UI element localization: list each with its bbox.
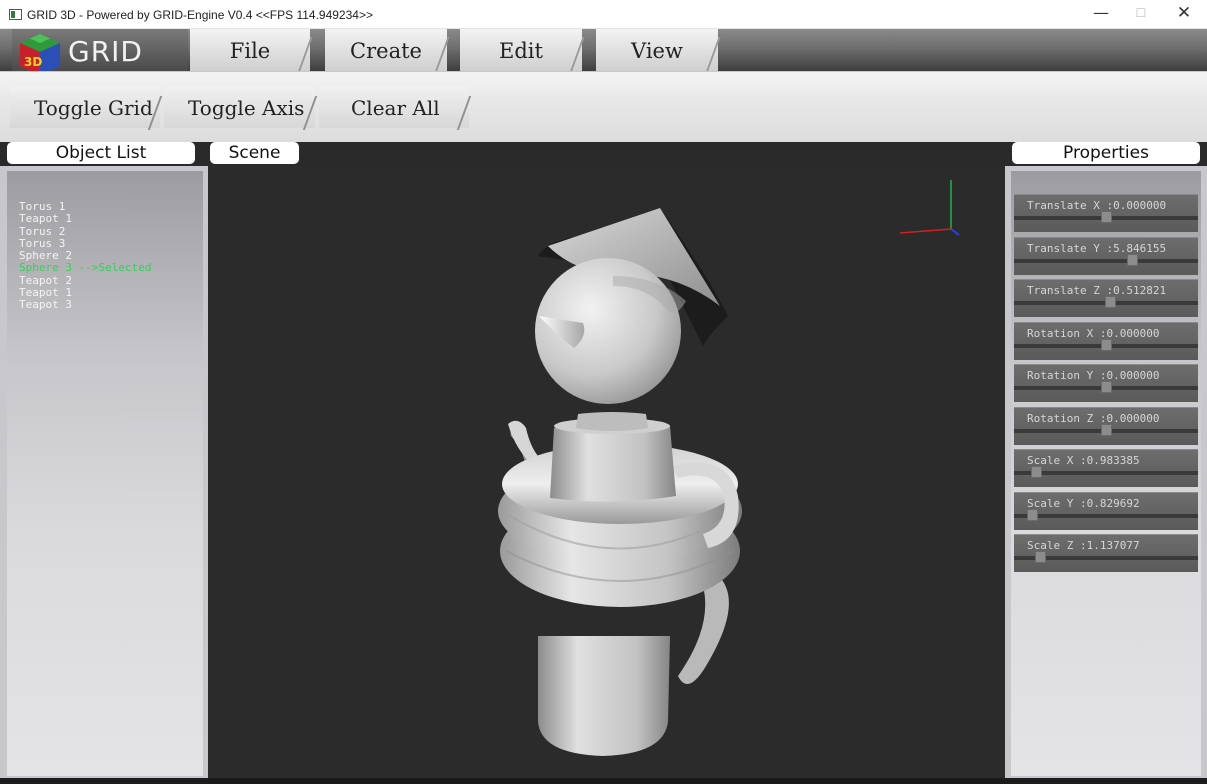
menu-bar: 3D GRID File Create Edit View [0,29,1207,76]
properties-header: Properties [1012,142,1200,164]
menu-create[interactable]: Create [325,29,450,73]
property-slider-thumb[interactable] [1101,211,1112,223]
property-slider-label: Translate Z :0.512821 [1027,284,1167,297]
object-list-item[interactable]: Teapot 3 [19,299,151,312]
property-slider: Scale X :0.983385 [1014,449,1198,487]
property-slider-label: Rotation Y :0.000000 [1027,369,1160,382]
object-list-item-selected[interactable]: Sphere 3 -->Selected [19,262,151,275]
property-slider: Scale Y :0.829692 [1014,491,1198,530]
menu-divider [434,37,450,73]
property-slider-thumb[interactable] [1027,508,1038,521]
menu-file-label: File [229,39,271,63]
properties-panel: Translate X :0.000000 Translate Y :5.8461… [1005,166,1207,778]
axis-z-line [950,228,960,236]
property-slider-track[interactable] [1014,258,1198,263]
app-window-icon [9,9,22,20]
sphere-object[interactable] [535,258,686,404]
object-list-header: Object List [7,142,195,164]
property-slider-thumb[interactable] [1101,338,1112,351]
app-logo: 3D GRID [12,29,188,76]
property-slider-label: Rotation Z :0.000000 [1027,411,1160,425]
property-slider-thumb[interactable] [1105,296,1116,308]
property-slider-label: Scale X :0.983385 [1027,454,1140,467]
property-slider: Translate Z :0.512821 [1014,279,1198,317]
object-list-panel: Torus 1 Teapot 1 Torus 2 Torus 3 Sphere 2 Sph… [0,166,208,778]
property-slider-label: Translate Y :5.846155 [1027,241,1167,255]
menu-view[interactable]: View [596,29,721,73]
property-slider-thumb[interactable] [1127,253,1138,266]
object-list: Torus 1 Teapot 1 Torus 2 Torus 3 Sphere 2 Sph… [19,200,151,312]
menu-view-label: View [631,39,683,63]
axis-gizmo [899,180,960,236]
property-slider-track[interactable] [1014,513,1198,518]
logo-cube-label: 3D [24,55,42,69]
maximize-button[interactable]: ☐ [1118,0,1164,29]
cylinder-object[interactable] [550,412,676,502]
properties-body: Translate X :0.000000 Translate Y :5.8461… [1011,171,1201,776]
axis-x-line [899,228,952,234]
menu-create-label: Create [350,39,422,63]
property-slider-label: Rotation X :0.000000 [1027,326,1160,340]
property-slider-thumb[interactable] [1101,381,1112,393]
toggle-axis-button[interactable]: Toggle Axis [164,86,318,130]
property-slider: Rotation X :0.000000 [1014,321,1198,360]
menu-edit[interactable]: Edit [460,29,585,73]
menu-divider [297,37,313,73]
menu-divider [705,37,721,73]
property-slider: Translate Y :5.846155 [1014,236,1198,275]
toolbar: Toggle Grid Toggle Axis Clear All [0,71,1207,142]
object-list-body: Torus 1 Teapot 1 Torus 2 Torus 3 Sphere 2 Sph… [7,171,203,776]
toggle-grid-button[interactable]: Toggle Grid [10,86,163,130]
toggle-axis-label: Toggle Axis [188,96,305,120]
close-button[interactable]: ✕ [1161,0,1207,29]
menu-divider [569,37,585,73]
property-slider-thumb[interactable] [1101,423,1112,436]
property-slider-label: Translate X :0.000000 [1027,199,1167,212]
scene-viewport[interactable] [208,166,1005,778]
property-slider: Rotation Y :0.000000 [1014,364,1198,402]
window-title: GRID 3D - Powered by GRID-Engine V0.4 <<… [27,8,373,22]
property-slider: Scale Z :1.137077 [1014,534,1198,572]
property-slider-label: Scale Y :0.829692 [1027,496,1140,510]
toggle-grid-label: Toggle Grid [34,96,153,120]
clear-all-button[interactable]: Clear All [319,86,472,130]
window-titlebar: GRID 3D - Powered by GRID-Engine V0.4 <<… [0,0,1207,29]
property-slider: Rotation Z :0.000000 [1014,406,1198,445]
toolbar-divider [302,96,318,130]
toolbar-divider [456,96,472,130]
property-slider-thumb[interactable] [1035,551,1046,563]
scene-canvas[interactable] [208,166,1005,778]
clear-all-label: Clear All [351,96,440,120]
scene-header: Scene [210,142,299,164]
menu-edit-label: Edit [499,39,543,63]
menu-file[interactable]: File [190,29,313,73]
property-slider: Translate X :0.000000 [1014,194,1198,232]
taskbar [0,778,1207,784]
logo-text: GRID [68,35,143,68]
property-slider-thumb[interactable] [1031,466,1042,478]
object-list-item[interactable]: Teapot 1 [19,212,151,225]
